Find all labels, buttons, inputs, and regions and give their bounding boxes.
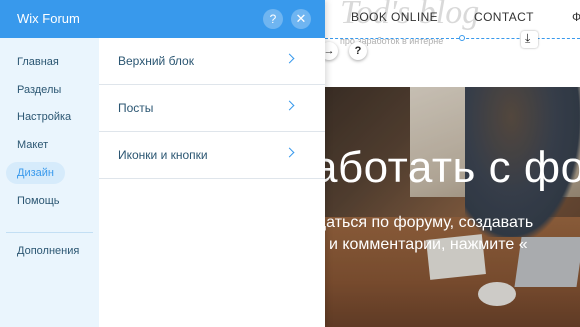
sidebar-divider [6,232,93,233]
nav-book-online[interactable]: BOOK ONLINE [351,10,438,24]
hero-subtitle: щаться по форуму, создавать ы и коммента… [313,212,533,256]
selection-outline [325,38,580,39]
sidebar-item-help[interactable]: Помощь [6,190,71,212]
chevron-right-icon [284,53,295,64]
help-button[interactable]: ? [263,9,283,29]
hero-title: аботать с фо [313,143,580,192]
nav-contact[interactable]: CONTACT [474,10,534,24]
hero-overlay [300,87,580,327]
hero-subtitle-line: щаться по форуму, создавать [313,214,534,231]
sidebar-item-settings[interactable]: Настройка [6,106,82,128]
hero-subtitle-line: ы и комментарии, нажмите « [313,236,528,253]
design-row-header-block[interactable]: Верхний блок [99,38,325,85]
site-navigation: BOOK ONLINE CONTACT Ф [325,0,580,38]
help-icon[interactable]: ? [349,42,367,60]
hero-image [300,87,580,327]
panel-sidebar: Главная Разделы Настройка Макет Дизайн П… [0,38,99,327]
design-menu: Верхний блок Посты Иконки и кнопки [99,38,325,327]
sidebar-item-addons[interactable]: Дополнения [6,240,90,262]
close-icon: ✕ [295,11,307,26]
chevron-right-icon [284,147,295,158]
sidebar-item-sections[interactable]: Разделы [6,79,72,101]
download-icon[interactable]: ⤓ [521,31,538,48]
question-icon: ? [269,12,277,26]
sidebar-item-layout[interactable]: Макет [6,134,59,156]
sidebar-item-design[interactable]: Дизайн [6,162,65,184]
row-label: Посты [118,101,154,115]
selection-handle[interactable] [459,35,465,41]
sidebar-item-home[interactable]: Главная [6,51,70,73]
nav-more[interactable]: Ф [572,10,580,24]
row-label: Иконки и кнопки [118,148,208,162]
forum-settings-panel: Wix Forum ? ✕ Главная Разделы Настройка … [0,0,325,327]
design-row-icons-buttons[interactable]: Иконки и кнопки [99,132,325,179]
panel-header: Wix Forum ? ✕ [0,0,325,38]
chevron-right-icon [284,100,295,111]
close-button[interactable]: ✕ [291,9,311,29]
panel-title: Wix Forum [17,11,80,26]
row-label: Верхний блок [118,54,194,68]
design-row-posts[interactable]: Посты [99,85,325,132]
